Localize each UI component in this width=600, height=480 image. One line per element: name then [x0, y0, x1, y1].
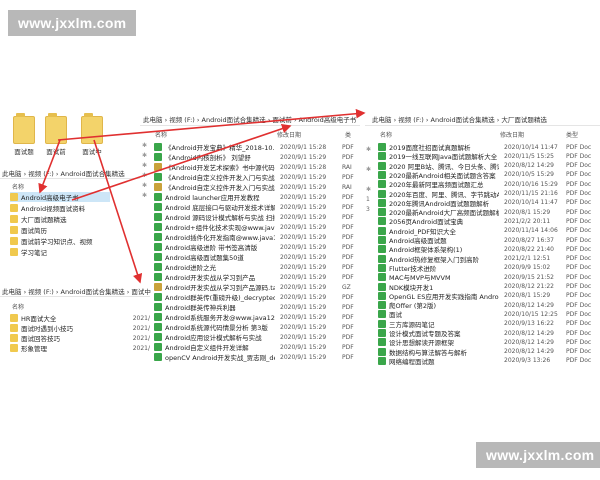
annotation-arrows [38, 108, 366, 284]
arrow [38, 139, 61, 194]
arrow [57, 108, 366, 141]
arrow [93, 139, 143, 284]
arrow [71, 124, 292, 201]
